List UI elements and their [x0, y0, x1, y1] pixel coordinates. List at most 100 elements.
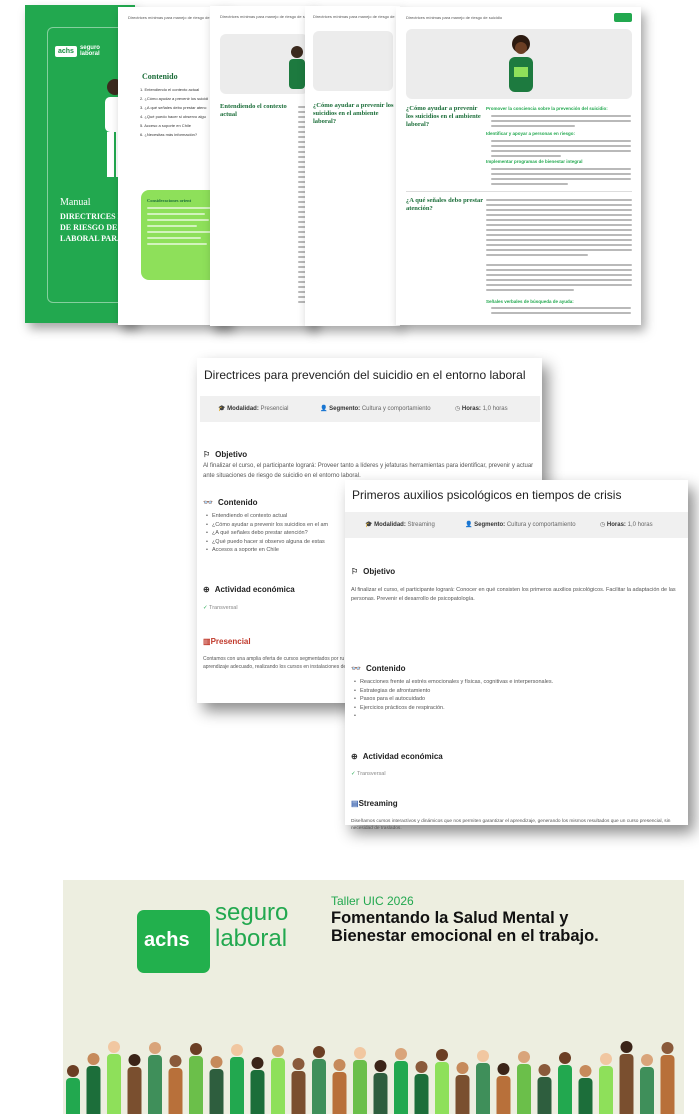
- graduation-cap-icon: 🎓: [218, 406, 226, 412]
- actividad-heading: ⊕ Actividad económica: [203, 585, 295, 594]
- crowd-person-body: [271, 1058, 285, 1114]
- segmento-meta: 👤 Segmento: Cultura y comportamiento: [320, 406, 431, 412]
- crowd-person-head: [456, 1062, 469, 1074]
- flag-icon: ⚐: [203, 450, 211, 459]
- cover-logo-mark: achs: [55, 45, 77, 57]
- crowd-person-body: [558, 1065, 572, 1114]
- crowd-person-head: [559, 1052, 571, 1064]
- crowd-person-head: [374, 1060, 387, 1072]
- banner-subtitle: Taller UIC 2026: [331, 894, 414, 908]
- crowd-person-body: [148, 1055, 162, 1114]
- flag-icon: ⚐: [351, 567, 359, 576]
- crowd-person-head: [67, 1065, 79, 1077]
- modalidad-section-title: ▤Streaming: [351, 799, 398, 808]
- graduation-cap-icon: 🎓: [365, 522, 373, 528]
- crowd-person-head: [231, 1044, 243, 1056]
- list-item: Ejercicios prácticos de respiración.: [354, 704, 553, 713]
- segmento-meta: 👤 Segmento: Cultura y comportamiento: [465, 522, 576, 528]
- achs-logo-mark: achs: [137, 910, 210, 973]
- page-logo: [614, 13, 632, 22]
- cover-logo: achs seguro laboral: [55, 45, 102, 57]
- contenido-list: Entendiendo el contexto actual ¿Cómo ayu…: [206, 512, 328, 555]
- list-item: Estrategias de afrontamiento: [354, 687, 553, 696]
- crowd-person-head: [149, 1042, 161, 1054]
- modalidad-section-text: Diseñamos cursos interactivos y dinámico…: [351, 819, 671, 831]
- objetivo-heading: ⚐ Objetivo: [351, 567, 396, 576]
- manual-page-signals: Directrices mínimas para manejo de riesg…: [396, 7, 641, 325]
- crowd-person-head: [128, 1054, 141, 1066]
- crowd-person-body: [189, 1056, 203, 1114]
- crowd-person-body: [640, 1067, 654, 1114]
- crowd-person-body: [168, 1068, 183, 1114]
- crowd-person-body: [373, 1073, 388, 1114]
- crowd-person-body: [86, 1066, 101, 1114]
- crowd-person-head: [620, 1041, 633, 1053]
- toc-list: 1. Entendiendo el contexto actual 2. ¿Có…: [140, 85, 208, 139]
- toc-item: 5. Acceso a soporte en Chile: [140, 123, 191, 128]
- toc-item: 2. ¿Cómo ayudar a prevenir los suicidi: [140, 96, 209, 101]
- bullet-heading: Señales verbales de búsqueda de ayuda:: [486, 299, 574, 304]
- contenido-heading: 👓 Contenido: [203, 498, 258, 507]
- manual-page-context: Directrices mínimas para manejo de riesg…: [210, 6, 316, 326]
- crowd-person-body: [332, 1072, 347, 1114]
- list-item: Reacciones frente al estrés emocionales …: [354, 678, 553, 687]
- crowd-person-body: [476, 1063, 490, 1114]
- actividad-value: Transversal: [351, 771, 386, 777]
- crowd-person-body: [517, 1064, 531, 1114]
- logo-word: laboral: [215, 925, 288, 952]
- crowd-person-body: [599, 1066, 613, 1114]
- body-text: [491, 140, 631, 160]
- crowd-person-body: [537, 1077, 552, 1114]
- body-text: [491, 115, 631, 130]
- crowd-person-body: [414, 1074, 429, 1114]
- objetivo-heading: ⚐ Objetivo: [203, 450, 248, 459]
- person-icon: 👤: [465, 522, 473, 528]
- crowd-person-head: [395, 1048, 407, 1060]
- crowd-person-body: [66, 1078, 80, 1114]
- cover-logo-text: seguro laboral: [79, 45, 100, 57]
- actividad-heading: ⊕ Actividad económica: [351, 752, 443, 761]
- body-text: [491, 168, 631, 188]
- objetivo-text: Al finalizar el curso, el participante l…: [203, 463, 534, 479]
- crowd-person-head: [661, 1042, 674, 1054]
- toc-item: 6. ¿Necesitas más información?: [140, 132, 198, 137]
- horas-meta: ◷ Horas: 1,0 horas: [455, 406, 508, 412]
- course-title: Primeros auxilios psicológicos en tiempo…: [352, 488, 622, 502]
- glasses-icon: 👓: [203, 498, 213, 507]
- workshop-banner: achs seguro laboral Taller UIC 2026 Fome…: [63, 880, 684, 1114]
- crowd-person-head: [497, 1063, 510, 1075]
- objetivo-text: Al finalizar el curso, el participante l…: [351, 587, 676, 602]
- streaming-icon: ▤: [351, 799, 359, 808]
- logo-mark-text: achs: [144, 929, 190, 951]
- contenido-list: Reacciones frente al estrés emocionales …: [354, 678, 553, 721]
- toc-title: Contenido: [142, 72, 178, 81]
- crowd-person-body: [394, 1061, 408, 1114]
- actividad-value: Transversal: [203, 605, 238, 611]
- banner-title: Fomentando la Salud Mental y Bienestar e…: [331, 909, 599, 945]
- page-header: Directrices mínimas para manejo de riesg…: [313, 14, 410, 19]
- list-item: Accesos a soporte en Chile: [206, 546, 328, 555]
- list-item: [354, 712, 553, 721]
- crowd-person-head: [190, 1043, 202, 1055]
- body-text: [486, 199, 632, 294]
- cover-label: Manual: [60, 197, 91, 208]
- crowd-person-head: [538, 1064, 551, 1076]
- clock-icon: ◷: [455, 406, 461, 412]
- crowd-person-head: [477, 1050, 489, 1062]
- list-item: ¿Qué puedo hacer si observo alguna de es…: [206, 538, 328, 547]
- manual-spread: achs seguro laboral Manual DIRECTRICES P…: [0, 0, 699, 350]
- crowd-person-head: [313, 1046, 325, 1058]
- globe-icon: ⊕: [351, 752, 358, 761]
- crowd-person-body: [455, 1075, 470, 1114]
- crowd-person-head: [518, 1051, 530, 1063]
- glasses-icon: 👓: [351, 664, 361, 673]
- list-item: ¿Cómo ayudar a prevenir los suicidios en…: [206, 521, 328, 530]
- page-header: Directrices mínimas para manejo de riesg…: [406, 15, 503, 20]
- toc-item: 1. Entendiendo el contexto actual: [140, 87, 200, 92]
- crowd-person-head: [333, 1059, 346, 1071]
- crowd-person-body: [230, 1057, 244, 1114]
- crowd-person-body: [578, 1078, 593, 1114]
- crowd-person-body: [496, 1076, 511, 1114]
- section-heading: ¿A qué señales debo prestar atención?: [406, 197, 484, 212]
- crowd-person-head: [641, 1054, 653, 1066]
